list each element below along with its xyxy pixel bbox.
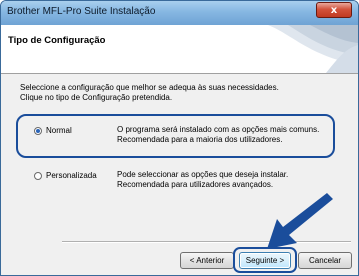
option-description-personalizada: Pode seleccionar as opções que deseja in… <box>117 170 288 190</box>
option-label-personalizada[interactable]: Personalizada <box>46 171 97 180</box>
option-description-personalizada-line1: Pode seleccionar as opções que deseja in… <box>117 170 289 179</box>
title-bar[interactable]: Brother MFL-Pro Suite Instalação x <box>1 1 358 25</box>
installer-window: Brother MFL-Pro Suite Instalação x Tipo … <box>0 0 359 276</box>
back-button[interactable]: < Anterior <box>180 252 234 269</box>
instruction-line-1: Seleccione a configuração que melhor se … <box>20 83 279 92</box>
option-description-normal: O programa será instalado com as opções … <box>117 125 319 145</box>
option-description-personalizada-line2: Recomendada para utilizadores avançados. <box>117 180 274 189</box>
header-panel: Tipo de Configuração <box>1 25 358 73</box>
page-title: Tipo de Configuração <box>8 35 106 46</box>
radio-personalizada[interactable] <box>34 172 42 180</box>
option-description-normal-line2: Recomendada para a maioria dos utilizado… <box>117 135 283 144</box>
close-icon: x <box>330 5 338 16</box>
window-title: Brother MFL-Pro Suite Instalação <box>7 6 156 17</box>
radio-normal[interactable] <box>34 127 42 135</box>
cancel-button[interactable]: Cancelar <box>298 252 352 269</box>
arrow-pointer-icon <box>267 193 333 249</box>
option-label-normal[interactable]: Normal <box>46 126 72 135</box>
swoosh-graphic-icon <box>268 25 358 73</box>
option-description-normal-line1: O programa será instalado com as opções … <box>117 125 320 134</box>
instruction-line-2: Clique no tipo de Configuração pretendid… <box>20 93 173 102</box>
close-button[interactable]: x <box>316 2 352 18</box>
